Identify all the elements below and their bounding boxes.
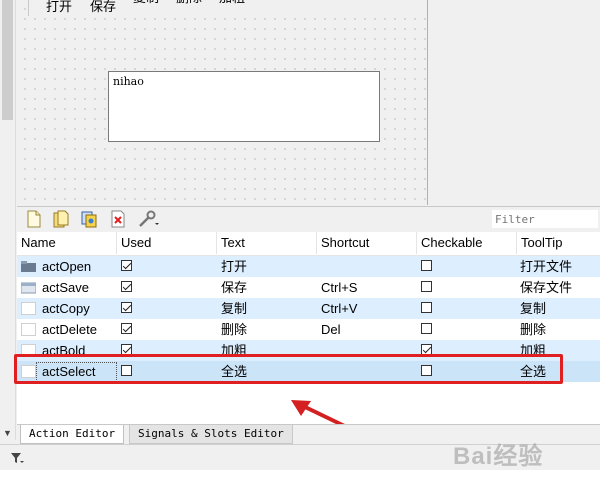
table-row[interactable]: actOpen 打开 打开文件 (17, 256, 600, 277)
table-row[interactable]: actCopy 复制 Ctrl+V 复制 (17, 298, 600, 319)
action-shortcut-cell: Ctrl+S (321, 280, 358, 295)
action-name-cell: actOpen (42, 259, 92, 274)
column-header-used[interactable]: Used (117, 232, 217, 254)
filter-input[interactable] (492, 210, 598, 228)
menu-item-delete[interactable]: 删除 (176, 0, 202, 7)
action-tooltip-cell: 打开文件 (520, 259, 573, 274)
checkable-checkbox[interactable] (421, 260, 432, 271)
tab-signals-slots-editor[interactable]: Signals & Slots Editor (129, 425, 293, 444)
plain-text-edit[interactable]: nihao (108, 71, 380, 142)
watermark-text: Bai经验 (453, 443, 544, 470)
delete-icon[interactable] (109, 210, 127, 228)
form-menubar: 打开 保存 复制 删除 加粗 (28, 0, 427, 16)
used-checkbox[interactable] (121, 281, 132, 292)
action-text-cell: 复制 (221, 301, 248, 316)
bottom-area (0, 470, 600, 500)
action-editor-toolbar (17, 206, 600, 233)
tab-action-editor[interactable]: Action Editor (20, 425, 125, 444)
highlight-frame (14, 354, 563, 384)
action-blank-icon (21, 302, 36, 315)
column-header-shortcut[interactable]: Shortcut (317, 232, 417, 254)
action-text-cell: 保存 (221, 280, 248, 295)
folder-icon (21, 260, 36, 273)
used-checkbox[interactable] (121, 260, 132, 271)
new-action-icon[interactable] (25, 210, 43, 228)
configure-icon[interactable] (137, 210, 159, 228)
filter-funnel-icon[interactable] (10, 451, 24, 465)
table-header: Name Used Text Shortcut Checkable ToolTi… (17, 232, 600, 256)
left-scrollbar-thumb[interactable] (2, 0, 13, 120)
menu-item-bold[interactable]: 加粗 (219, 0, 245, 7)
action-text-cell: 打开 (221, 259, 248, 274)
table-row[interactable]: actDelete 删除 Del 删除 (17, 319, 600, 340)
table-row[interactable]: actSave 保存 Ctrl+S 保存文件 (17, 277, 600, 298)
action-tooltip-cell: 保存文件 (520, 280, 573, 295)
menu-item-save[interactable]: 保存 (90, 0, 116, 16)
action-tooltip-cell: 删除 (520, 322, 547, 337)
checkable-checkbox[interactable] (421, 281, 432, 292)
save-icon (20, 281, 37, 294)
column-header-name[interactable]: Name (17, 232, 117, 254)
column-header-checkable[interactable]: Checkable (417, 232, 517, 254)
action-shortcut-cell: Ctrl+V (321, 301, 358, 316)
action-blank-icon (21, 323, 36, 336)
action-name-cell: actCopy (42, 301, 90, 316)
checkable-checkbox[interactable] (421, 323, 432, 334)
column-header-text[interactable]: Text (217, 232, 317, 254)
used-checkbox[interactable] (121, 323, 132, 334)
action-tooltip-cell: 复制 (520, 301, 547, 316)
menu-item-copy[interactable]: 复制 (133, 0, 159, 7)
scroll-down-arrow-icon[interactable]: ▼ (2, 427, 13, 439)
new-folder-icon[interactable] (52, 210, 70, 228)
menu-item-open[interactable]: 打开 (46, 0, 72, 16)
right-panel-background (428, 0, 600, 205)
watermark-logo: Bai经验 (453, 436, 543, 471)
column-header-tooltip[interactable]: ToolTip (517, 232, 600, 254)
used-checkbox[interactable] (121, 302, 132, 313)
action-name-cell: actSave (42, 280, 89, 295)
text-edit-content: nihao (113, 75, 144, 88)
checkable-checkbox[interactable] (421, 302, 432, 313)
copy-icon[interactable] (80, 210, 98, 228)
action-name-cell: actDelete (42, 322, 97, 337)
action-shortcut-cell: Del (321, 322, 341, 337)
action-text-cell: 删除 (221, 322, 248, 337)
